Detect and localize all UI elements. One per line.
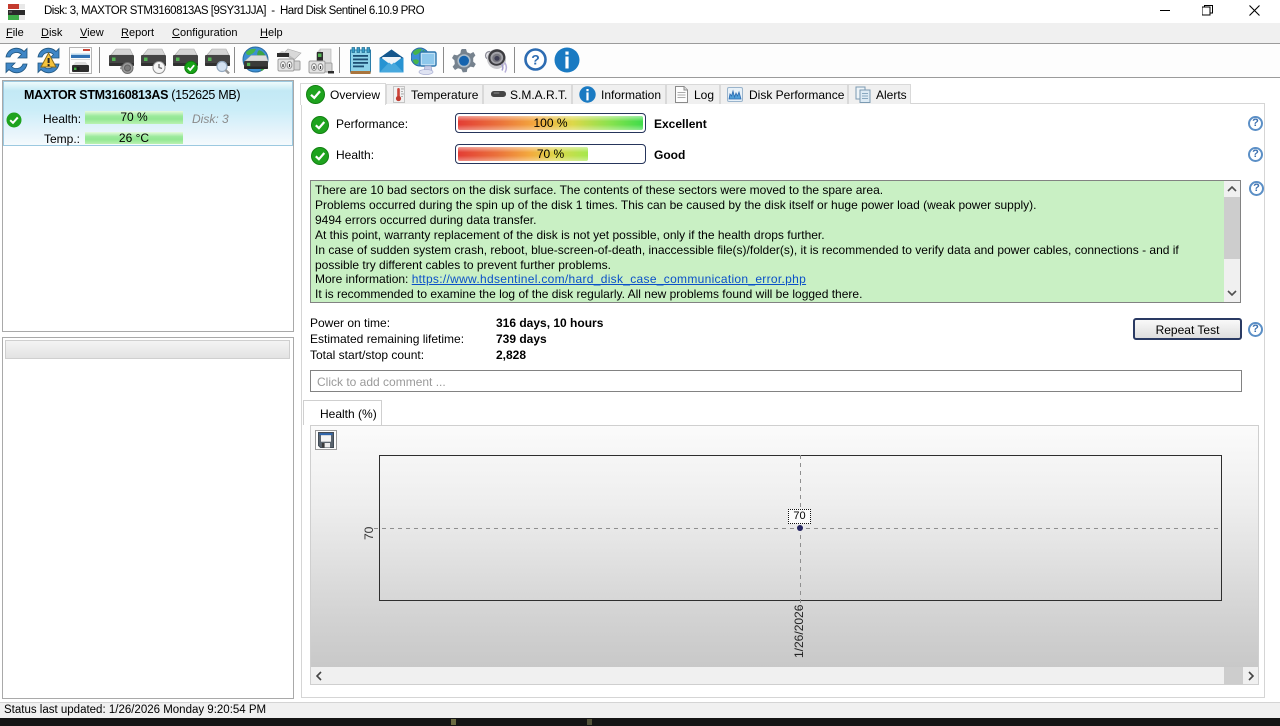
svg-text:?: ? <box>531 52 540 68</box>
